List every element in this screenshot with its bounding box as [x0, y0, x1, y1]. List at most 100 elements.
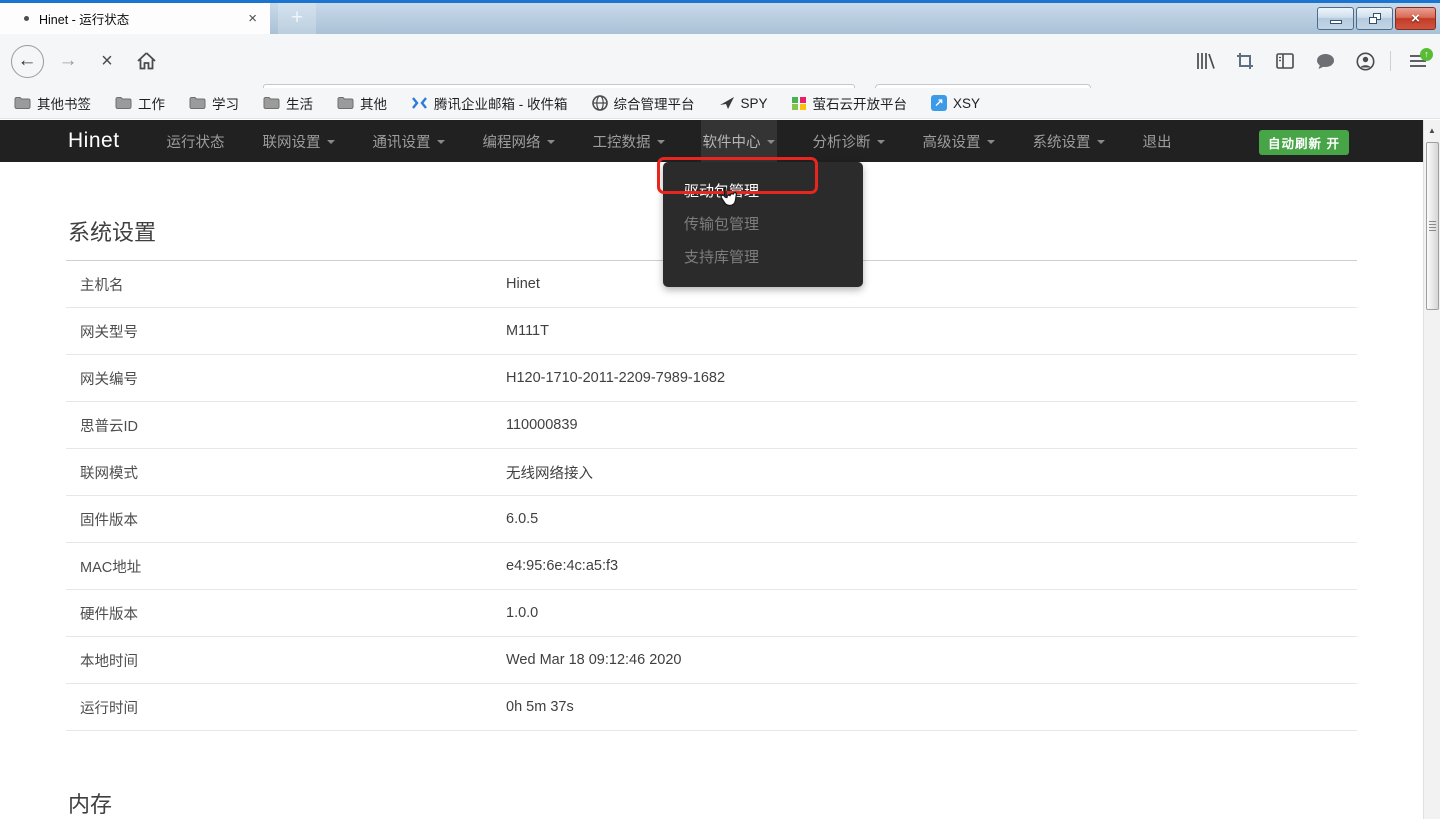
page-scrollbar[interactable]: ▲: [1423, 120, 1440, 819]
table-row: 运行时间0h 5m 37s: [66, 684, 1357, 731]
chat-bubble-icon: [1316, 53, 1335, 70]
browser-window: Hinet - 运行状态 × + × ← → ×: [0, 0, 1440, 819]
nav-item-industrial-data[interactable]: 工控数据: [591, 120, 667, 162]
row-value: 6.0.5: [506, 511, 538, 527]
minimize-button[interactable]: [1317, 7, 1354, 30]
back-button[interactable]: ←: [8, 34, 46, 88]
bookmark-label: 工作: [138, 93, 165, 113]
back-icon: ←: [11, 45, 44, 78]
nav-item-software-center[interactable]: 软件中心: [701, 120, 777, 162]
mouse-cursor-pointer: [716, 186, 738, 210]
scrollbar-up-arrow[interactable]: ▲: [1424, 120, 1440, 140]
chevron-down-icon: [987, 140, 995, 144]
bookmark-mgmt-platform[interactable]: 综合管理平台: [592, 93, 695, 113]
nav-item-comm-setup[interactable]: 通讯设置: [371, 120, 447, 162]
exmail-icon: [411, 96, 428, 110]
table-row: MAC地址e4:95:6e:4c:a5:f3: [66, 543, 1357, 590]
row-label: 网关编号: [66, 368, 506, 389]
nav-item-diagnostics[interactable]: 分析诊断: [811, 120, 887, 162]
row-label: 硬件版本: [66, 603, 506, 624]
section-title-memory: 内存: [66, 787, 1357, 819]
tab-favicon-dot: [24, 16, 29, 21]
library-button[interactable]: [1188, 34, 1222, 88]
chevron-down-icon: [1097, 140, 1105, 144]
bookmark-label: 学习: [212, 93, 239, 113]
chevron-down-icon: [547, 140, 555, 144]
nav-item-advanced-settings[interactable]: 高级设置: [921, 120, 997, 162]
sidebar-button[interactable]: [1268, 34, 1302, 88]
bookmark-folder-life[interactable]: 生活: [263, 93, 313, 113]
bookmark-xsy[interactable]: ↗ XSY: [931, 95, 980, 111]
bookmark-label: 其他书签: [37, 93, 91, 113]
row-label: 联网模式: [66, 462, 506, 483]
row-value: Hinet: [506, 276, 540, 292]
web-page: Hinet 运行状态 联网设置 通讯设置 编程网络 工控数据 软件中心 分析诊断…: [0, 120, 1423, 819]
bookmarks-bar: 其他书签 工作 学习 生活 其他 腾讯企业邮箱 - 收件箱 综合管理平台 SP: [0, 88, 1440, 119]
globe-icon: [592, 95, 608, 111]
forward-button[interactable]: →: [52, 34, 84, 88]
row-label: 主机名: [66, 274, 506, 295]
browser-tab[interactable]: Hinet - 运行状态 ×: [0, 3, 270, 34]
row-label: 思普云ID: [66, 415, 506, 436]
navigation-toolbar: ← → × 192.168.9.99/cgi-bin/luci: [0, 34, 1440, 88]
row-label: 运行时间: [66, 697, 506, 718]
new-tab-button[interactable]: +: [278, 3, 316, 34]
bookmark-folder-misc[interactable]: 其他: [337, 93, 387, 113]
table-row: 硬件版本1.0.0: [66, 590, 1357, 637]
software-center-dropdown: 驱动包管理 传输包管理 支持库管理: [663, 162, 863, 287]
folder-icon: [263, 96, 280, 110]
dart-icon: [719, 96, 735, 110]
tab-bar: Hinet - 运行状态 × + ×: [0, 3, 1440, 34]
nav-item-status[interactable]: 运行状态: [165, 120, 227, 162]
table-row: 固件版本6.0.5: [66, 496, 1357, 543]
close-button[interactable]: ×: [1395, 7, 1436, 30]
auto-refresh-toggle[interactable]: 自动刷新 开: [1259, 130, 1349, 155]
nav-item-network-setup[interactable]: 联网设置: [261, 120, 337, 162]
tab-close-icon[interactable]: ×: [248, 11, 257, 26]
chevron-down-icon: [657, 140, 665, 144]
bookmark-ezviz[interactable]: 萤石云开放平台: [792, 93, 908, 113]
bookmark-exmail[interactable]: 腾讯企业邮箱 - 收件箱: [411, 93, 568, 113]
menu-button[interactable]: [1398, 34, 1438, 88]
nav-item-logout[interactable]: 退出: [1141, 120, 1174, 162]
bookmark-spy[interactable]: SPY: [719, 96, 768, 111]
nav-item-programming-network[interactable]: 编程网络: [481, 120, 557, 162]
chevron-down-icon: [767, 140, 775, 144]
bookmark-label: 其他: [360, 93, 387, 113]
bookmark-folder-other[interactable]: 其他书签: [14, 93, 91, 113]
screenshot-button[interactable]: [1228, 34, 1262, 88]
bookmark-label: 综合管理平台: [614, 93, 695, 113]
row-value: 110000839: [506, 417, 578, 433]
nav-item-system-settings[interactable]: 系统设置: [1031, 120, 1107, 162]
menu-item-support-library[interactable]: 支持库管理: [663, 241, 863, 274]
bookmark-label: 萤石云开放平台: [813, 93, 908, 113]
row-value: M111T: [506, 323, 549, 339]
stop-button[interactable]: ×: [92, 34, 122, 88]
sidebar-icon: [1276, 53, 1294, 69]
ezviz-icon: [792, 97, 807, 110]
minimize-icon: [1330, 20, 1342, 24]
home-button[interactable]: [130, 34, 162, 88]
library-icon: [1196, 52, 1215, 70]
bookmark-folder-study[interactable]: 学习: [189, 93, 239, 113]
row-value: 1.0.0: [506, 605, 538, 621]
table-row: 网关型号M111T: [66, 308, 1357, 355]
scrollbar-thumb[interactable]: [1426, 142, 1439, 310]
site-logo[interactable]: Hinet: [68, 129, 120, 153]
chevron-down-icon: [437, 140, 445, 144]
menu-item-transfer-package[interactable]: 传输包管理: [663, 208, 863, 241]
xsy-icon: ↗: [931, 95, 947, 111]
folder-icon: [189, 96, 206, 110]
account-button[interactable]: [1348, 34, 1382, 88]
screenshot-crop-icon: [1236, 52, 1254, 70]
table-row: 联网模式无线网络接入: [66, 449, 1357, 496]
table-row: 本地时间Wed Mar 18 09:12:46 2020: [66, 637, 1357, 684]
bookmark-folder-work[interactable]: 工作: [115, 93, 165, 113]
restore-button[interactable]: [1356, 7, 1393, 30]
row-label: MAC地址: [66, 556, 506, 577]
site-navbar: Hinet 运行状态 联网设置 通讯设置 编程网络 工控数据 软件中心 分析诊断…: [0, 120, 1423, 162]
chat-button[interactable]: [1308, 34, 1342, 88]
tab-title: Hinet - 运行状态: [39, 9, 248, 28]
menu-item-driver-package[interactable]: 驱动包管理: [663, 175, 863, 208]
row-label: 网关型号: [66, 321, 506, 342]
